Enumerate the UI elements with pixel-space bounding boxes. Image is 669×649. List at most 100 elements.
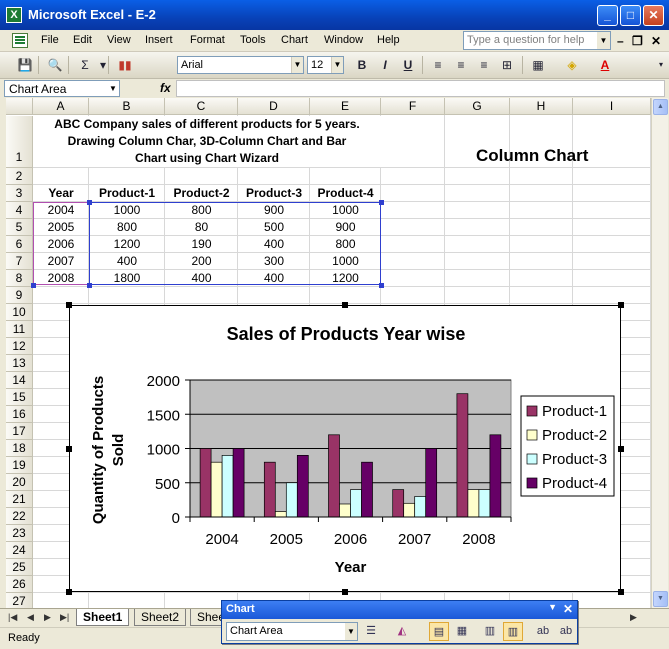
toolbar-options-icon[interactable]: ▾ (652, 56, 669, 74)
chart-toolbar-title[interactable]: Chart ▼ ✕ (222, 601, 577, 619)
resize-handle[interactable] (342, 589, 348, 595)
chevron-down-icon[interactable]: ▼ (548, 602, 557, 612)
bar-product-2-2004[interactable] (210, 461, 223, 518)
menu-format[interactable]: Format (190, 34, 225, 46)
align-left-icon[interactable]: ≡ (429, 56, 447, 74)
column-header-d[interactable]: D (238, 98, 310, 115)
row-header-7[interactable]: 7 (6, 253, 33, 270)
prev-sheet-icon[interactable]: ◀ (27, 612, 34, 623)
save-icon[interactable]: 💾 (16, 56, 34, 74)
bar-product-3-2004[interactable] (221, 455, 234, 518)
column-header-c[interactable]: C (165, 98, 238, 115)
bar-product-1-2006[interactable] (328, 434, 340, 518)
autosum-dropdown-icon[interactable]: ▾ (94, 56, 112, 74)
resize-handle[interactable] (66, 589, 72, 595)
bar-product-1-2007[interactable] (392, 489, 405, 518)
bar-product-4-2004[interactable] (232, 448, 245, 518)
menu-window[interactable]: Window (324, 34, 363, 46)
workbook-icon[interactable] (12, 33, 28, 48)
menu-file[interactable]: File (41, 34, 59, 46)
menu-view[interactable]: View (107, 34, 131, 46)
format-chart-area-icon[interactable]: ☰ (361, 622, 381, 641)
fx-icon[interactable]: fx (160, 81, 171, 95)
chevron-down-icon[interactable]: ▼ (291, 57, 303, 73)
name-box[interactable]: Chart Area ▼ (4, 80, 120, 97)
merge-center-icon[interactable]: ⊞ (498, 56, 516, 74)
doc-restore-button[interactable]: ❐ (632, 34, 643, 48)
resize-handle[interactable] (342, 302, 348, 308)
tab-sheet1[interactable]: Sheet1 (76, 609, 130, 626)
row-header-14[interactable]: 14 (6, 372, 33, 389)
bar-product-3-2007[interactable] (414, 496, 427, 518)
bar-product-4-2008[interactable] (489, 434, 502, 518)
menu-chart[interactable]: Chart (281, 34, 308, 46)
close-icon[interactable]: ✕ (563, 602, 573, 616)
bar-product-2-2008[interactable] (467, 489, 480, 518)
align-right-icon[interactable]: ≡ (475, 56, 493, 74)
row-header-16[interactable]: 16 (6, 406, 33, 423)
select-all-corner[interactable] (6, 98, 33, 115)
menu-help[interactable]: Help (377, 34, 400, 46)
row-header-11[interactable]: 11 (6, 321, 33, 338)
ask-question-box[interactable]: Type a question for help ▼ (463, 31, 611, 50)
minimize-button[interactable]: _ (597, 5, 618, 26)
bar-product-1-2005[interactable] (263, 461, 276, 518)
next-sheet-icon[interactable]: ▶ (44, 612, 51, 623)
row-header-5[interactable]: 5 (6, 219, 33, 236)
resize-handle[interactable] (618, 302, 624, 308)
row-header-24[interactable]: 24 (6, 542, 33, 559)
row-header-3[interactable]: 3 (6, 185, 33, 202)
doc-minimize-button[interactable]: – (617, 34, 624, 48)
close-button[interactable]: ✕ (643, 5, 664, 26)
chart-area[interactable]: Sales of Products Year wise 0 500 1000 1500 2… (69, 305, 621, 592)
bar-product-4-2007[interactable] (425, 448, 438, 518)
resize-handle[interactable] (66, 302, 72, 308)
bar-product-1-2008[interactable] (456, 393, 469, 518)
font-size-select[interactable]: 12 ▼ (307, 56, 344, 74)
row-header-10[interactable]: 10 (6, 304, 33, 321)
bold-button[interactable]: B (353, 56, 371, 74)
chart-objects-select[interactable]: Chart Area ▼ (226, 622, 358, 641)
fill-color-icon[interactable]: ◈ (563, 56, 581, 74)
row-header-15[interactable]: 15 (6, 389, 33, 406)
row-header-9[interactable]: 9 (6, 287, 33, 304)
vertical-scrollbar[interactable]: ▲ ▼ (651, 98, 668, 608)
row-header-4[interactable]: 4 (6, 202, 33, 219)
column-header-f[interactable]: F (381, 98, 445, 115)
row-header-1[interactable]: 1 (6, 116, 33, 168)
chevron-down-icon[interactable]: ▼ (597, 32, 610, 49)
row-header-18[interactable]: 18 (6, 440, 33, 457)
bar-product-2-2007[interactable] (403, 502, 416, 518)
underline-button[interactable]: U (399, 56, 417, 74)
row-header-17[interactable]: 17 (6, 423, 33, 440)
bar-product-3-2008[interactable] (478, 489, 491, 518)
first-sheet-icon[interactable]: |◀ (8, 612, 17, 623)
menu-tools[interactable]: Tools (240, 34, 266, 46)
autosum-icon[interactable]: Σ (76, 56, 94, 74)
angle-text-up-icon[interactable]: ab (556, 622, 576, 641)
row-header-25[interactable]: 25 (6, 559, 33, 576)
chart-wizard-icon[interactable]: ▮▮ (116, 56, 134, 74)
row-header-8[interactable]: 8 (6, 270, 33, 287)
italic-button[interactable]: I (376, 56, 394, 74)
tab-sheet2[interactable]: Sheet2 (134, 609, 187, 626)
column-header-i[interactable]: I (573, 98, 651, 115)
row-header-26[interactable]: 26 (6, 576, 33, 593)
range-handle[interactable] (379, 200, 384, 205)
scroll-down-icon[interactable]: ▼ (653, 591, 668, 607)
row-header-19[interactable]: 19 (6, 457, 33, 474)
bar-product-4-2005[interactable] (296, 455, 309, 518)
formula-input[interactable] (176, 80, 665, 97)
row-header-6[interactable]: 6 (6, 236, 33, 253)
borders-icon[interactable]: ▦ (529, 56, 547, 74)
row-header-20[interactable]: 20 (6, 474, 33, 491)
maximize-button[interactable]: □ (620, 5, 641, 26)
resize-handle[interactable] (618, 446, 624, 452)
scroll-up-icon[interactable]: ▲ (653, 99, 668, 115)
column-header-e[interactable]: E (310, 98, 381, 115)
bar-product-2-2006[interactable] (339, 503, 351, 518)
chevron-down-icon[interactable]: ▼ (107, 81, 119, 96)
range-handle[interactable] (379, 283, 384, 288)
row-header-27[interactable]: 27 (6, 593, 33, 608)
bar-product-4-2006[interactable] (361, 461, 373, 518)
